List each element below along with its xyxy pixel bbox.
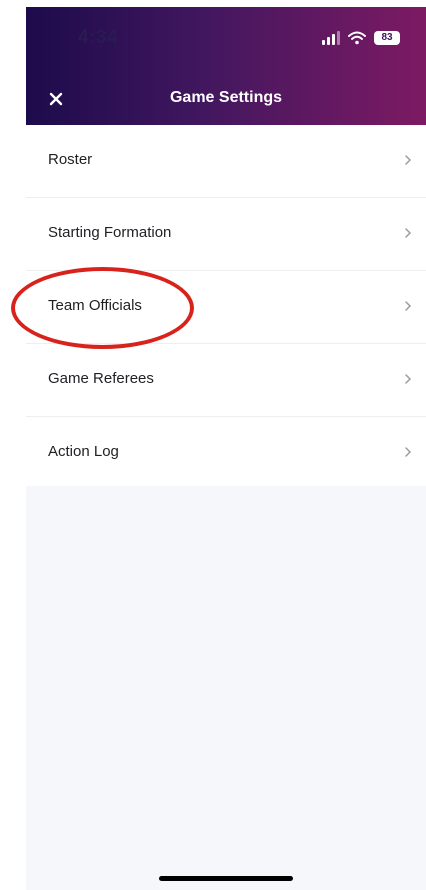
signal-icon [322,31,340,45]
status-icons: 83 [322,29,400,47]
status-time: 4:34 [78,27,119,48]
menu-item-label: Action Log [48,443,119,460]
menu-item-label: Starting Formation [48,224,172,241]
menu-item-team-officials[interactable]: Team Officials [26,271,426,344]
chevron-right-icon [405,447,412,457]
nav-bar: Game Settings [26,75,426,121]
menu-item-starting-formation[interactable]: Starting Formation [26,198,426,271]
home-indicator [159,876,293,881]
menu-item-label: Team Officials [48,297,142,314]
chevron-right-icon [405,374,412,384]
menu-item-game-referees[interactable]: Game Referees [26,344,426,417]
wifi-icon [348,31,366,45]
menu-item-action-log[interactable]: Action Log [26,417,426,490]
settings-menu: Roster Starting Formation Team Officials… [26,125,426,490]
chevron-right-icon [405,155,412,165]
phone-screen: 4:34 83 Game Settings Roster Starting Fo… [26,0,426,890]
empty-content-area [26,486,426,890]
battery-icon: 83 [374,31,400,45]
header: 4:34 83 Game Settings [26,7,426,125]
menu-item-label: Roster [48,151,93,168]
status-bar: 4:34 83 [26,7,426,67]
menu-item-roster[interactable]: Roster [26,125,426,198]
menu-item-label: Game Referees [48,370,154,387]
chevron-right-icon [405,228,412,238]
chevron-right-icon [405,301,412,311]
page-title: Game Settings [169,89,283,106]
